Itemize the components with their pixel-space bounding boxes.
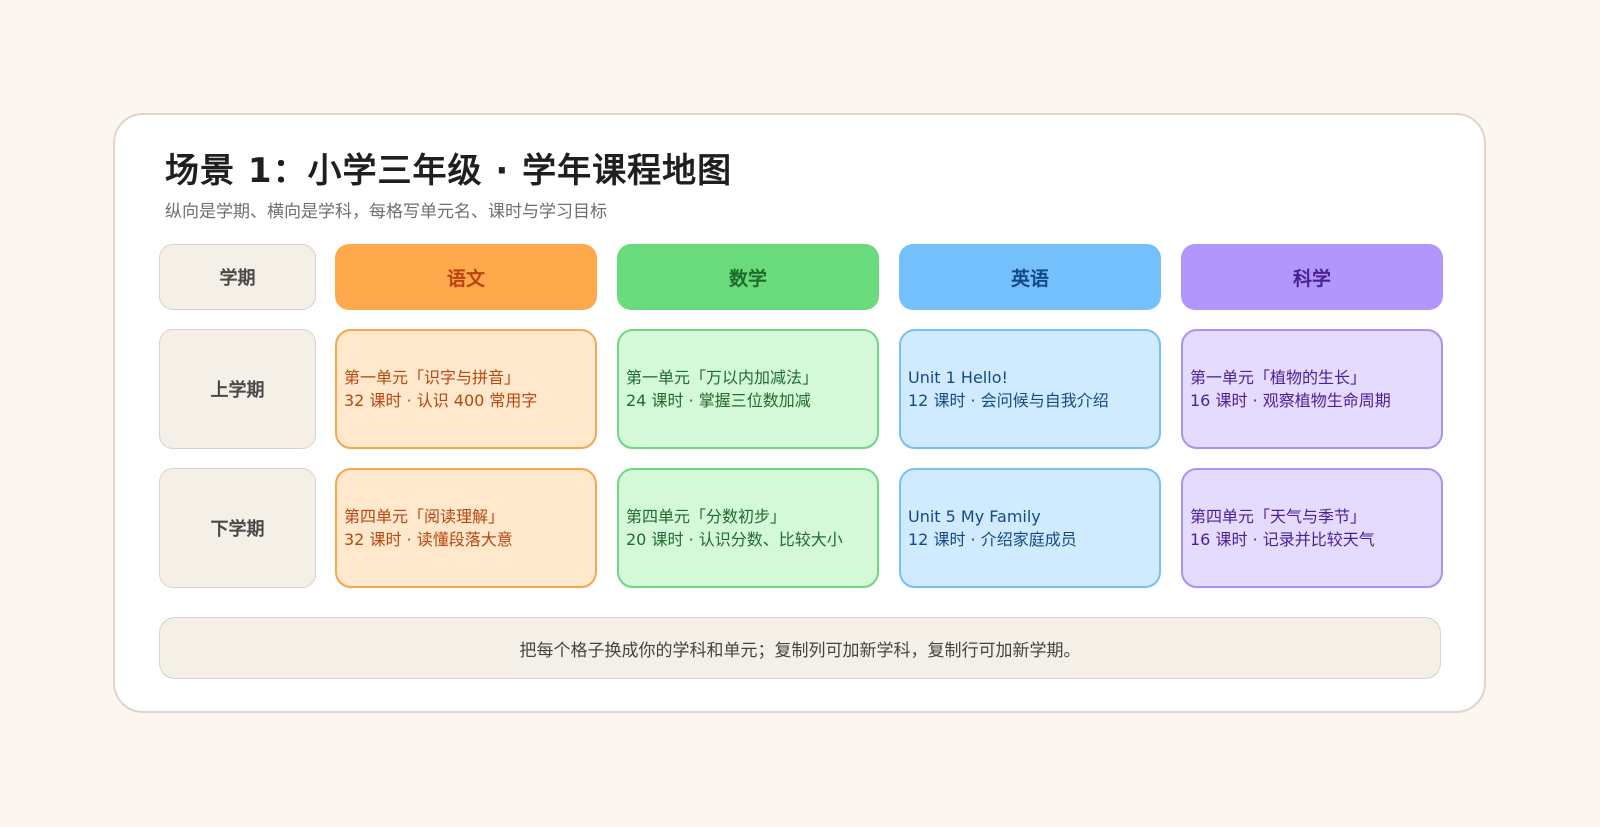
subject-header-label: 科学 [1292,267,1331,290]
footer-note: 把每个格子换成你的学科和单元；复制列可加新学科，复制行可加新学期。 [159,617,1441,679]
unit-name: Unit 1 Hello! [908,368,1008,387]
unit-detail: 20 课时 · 认识分数、比较大小 [626,530,843,549]
unit-name: 第四单元「天气与季节」 [1190,507,1367,526]
subject-header-3: 英语 [899,244,1161,310]
unit-cell: 第一单元「万以内加减法」 24 课时 · 掌握三位数加减 [617,329,879,449]
corner-term-label: 学期 [219,268,256,289]
unit-detail: 12 课时 · 会问候与自我介绍 [908,391,1109,410]
unit-detail: 24 课时 · 掌握三位数加减 [626,391,811,410]
page-subtitle: 纵向是学期、横向是学科，每格写单元名、课时与学习目标 [165,202,607,222]
unit-name: 第一单元「识字与拼音」 [344,368,521,387]
subject-header-4: 科学 [1181,244,1443,310]
unit-cell: Unit 5 My Family 12 课时 · 介绍家庭成员 [899,468,1161,588]
unit-cell: 第一单元「植物的生长」 16 课时 · 观察植物生命周期 [1181,329,1443,449]
term-label-cell: 下学期 [159,468,316,588]
unit-detail: 16 课时 · 观察植物生命周期 [1190,391,1391,410]
unit-name: 第四单元「阅读理解」 [344,507,505,526]
subject-header-label: 语文 [446,267,485,290]
term-label-cell: 上学期 [159,329,316,449]
corner-term-header: 学期 [159,244,316,310]
unit-cell: 第四单元「分数初步」 20 课时 · 认识分数、比较大小 [617,468,879,588]
subject-header-2: 数学 [617,244,879,310]
unit-detail: 16 课时 · 记录并比较天气 [1190,530,1375,549]
unit-name: 第一单元「万以内加减法」 [626,368,819,387]
unit-cell: Unit 1 Hello! 12 课时 · 会问候与自我介绍 [899,329,1161,449]
unit-name: 第一单元「植物的生长」 [1190,368,1367,387]
term-label: 下学期 [210,519,265,540]
unit-detail: 32 课时 · 认识 400 常用字 [344,391,538,410]
unit-detail: 12 课时 · 介绍家庭成员 [908,530,1077,549]
unit-cell: 第一单元「识字与拼音」 32 课时 · 认识 400 常用字 [335,329,597,449]
subject-header-label: 英语 [1010,267,1049,290]
term-label: 上学期 [210,380,265,401]
unit-cell: 第四单元「天气与季节」 16 课时 · 记录并比较天气 [1181,468,1443,588]
subject-header-1: 语文 [335,244,597,310]
page-title: 场景 1：小学三年级 · 学年课程地图 [165,151,733,191]
subject-header-label: 数学 [728,267,767,290]
unit-cell: 第四单元「阅读理解」 32 课时 · 读懂段落大意 [335,468,597,588]
unit-name: 第四单元「分数初步」 [626,507,787,526]
footer-text: 把每个格子换成你的学科和单元；复制列可加新学科，复制行可加新学期。 [519,640,1081,661]
unit-detail: 32 课时 · 读懂段落大意 [344,530,513,549]
unit-name: Unit 5 My Family [908,507,1041,526]
